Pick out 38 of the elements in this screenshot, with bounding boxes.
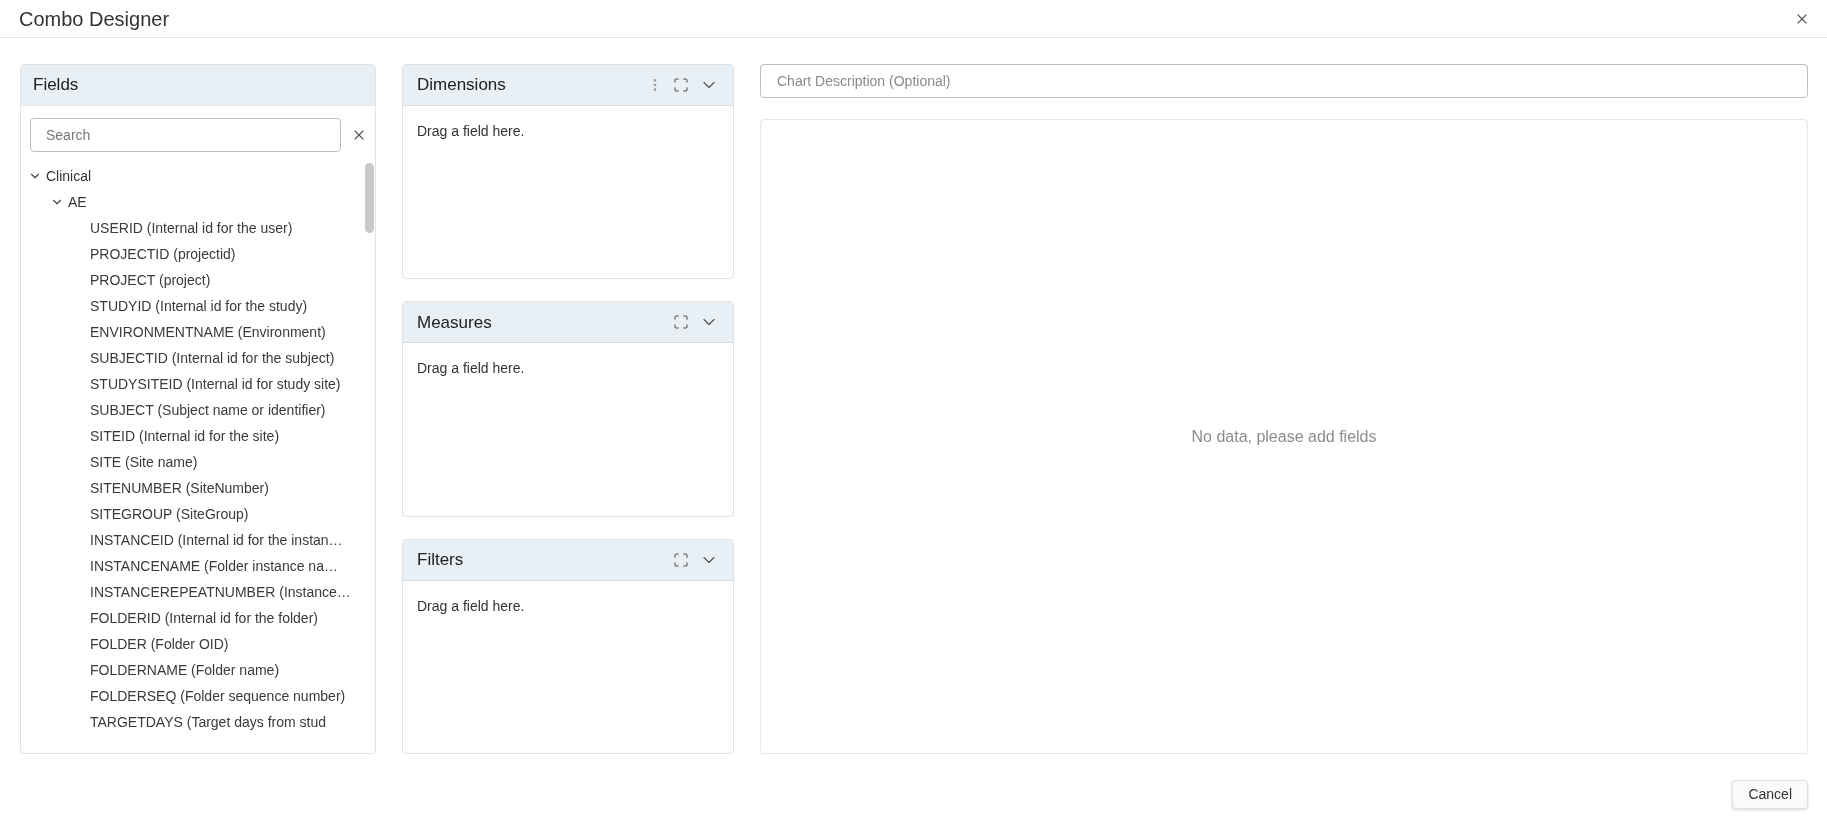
field-item[interactable]: SITEGROUP (SiteGroup) bbox=[90, 503, 249, 525]
tree-group-label[interactable]: AE bbox=[68, 191, 87, 213]
expand-icon[interactable] bbox=[673, 77, 689, 93]
field-item[interactable]: FOLDER (Folder OID) bbox=[90, 633, 229, 655]
field-item[interactable]: SUBJECT (Subject name or identifier) bbox=[90, 399, 326, 421]
field-item[interactable]: FOLDERNAME (Folder name) bbox=[90, 659, 280, 681]
drop-hint: Drag a field here. bbox=[417, 360, 525, 377]
field-item[interactable]: SITENUMBER (SiteNumber) bbox=[90, 477, 269, 499]
drop-hint: Drag a field here. bbox=[417, 597, 525, 614]
field-item[interactable]: FOLDERSEQ (Folder sequence number) bbox=[90, 685, 346, 707]
field-item[interactable]: STUDYID (Internal id for the study) bbox=[90, 295, 308, 317]
panel-title: Dimensions bbox=[417, 74, 506, 97]
field-item[interactable]: SITEID (Internal id for the site) bbox=[90, 425, 280, 447]
panel-title: Filters bbox=[417, 548, 464, 571]
cancel-button[interactable]: Cancel bbox=[1732, 780, 1808, 809]
field-item[interactable]: INSTANCEREPEATNUMBER (Instance… bbox=[90, 581, 351, 603]
field-item[interactable]: PROJECTID (projectid) bbox=[90, 243, 236, 265]
tree-group-label[interactable]: Clinical bbox=[46, 165, 92, 187]
panel-title: Fields bbox=[33, 74, 79, 97]
field-item[interactable]: FOLDERID (Internal id for the folder) bbox=[90, 607, 318, 629]
field-item[interactable]: ENVIRONMENTNAME (Environment) bbox=[90, 321, 326, 343]
expand-icon[interactable] bbox=[673, 551, 689, 568]
field-item[interactable]: SUBJECTID (Internal id for the subject) bbox=[90, 347, 335, 369]
chart-description-field[interactable]: Chart Description (Optional) bbox=[760, 64, 1808, 98]
drop-hint: Drag a field here. bbox=[417, 123, 525, 139]
field-item[interactable]: TARGETDAYS (Target days from stud bbox=[90, 711, 326, 733]
expand-icon[interactable] bbox=[673, 314, 689, 331]
empty-chart-message: No data, please add fields bbox=[1191, 426, 1377, 447]
scrollbar-thumb[interactable] bbox=[365, 163, 374, 233]
field-item[interactable]: USERID (Internal id for the user) bbox=[90, 217, 293, 239]
field-item[interactable]: STUDYSITEID (Internal id for study site) bbox=[90, 373, 341, 395]
dialog-title: Combo Designer bbox=[19, 6, 170, 32]
field-item[interactable]: SITE (Site name) bbox=[90, 451, 198, 473]
field-item[interactable]: INSTANCEID (Internal id for the instan… bbox=[90, 529, 343, 551]
panel-title: Measures bbox=[417, 311, 492, 334]
field-item[interactable]: INSTANCENAME (Folder instance na… bbox=[90, 555, 338, 577]
search-field[interactable]: Search bbox=[30, 118, 341, 152]
field-item[interactable]: PROJECT (project) bbox=[90, 269, 211, 291]
